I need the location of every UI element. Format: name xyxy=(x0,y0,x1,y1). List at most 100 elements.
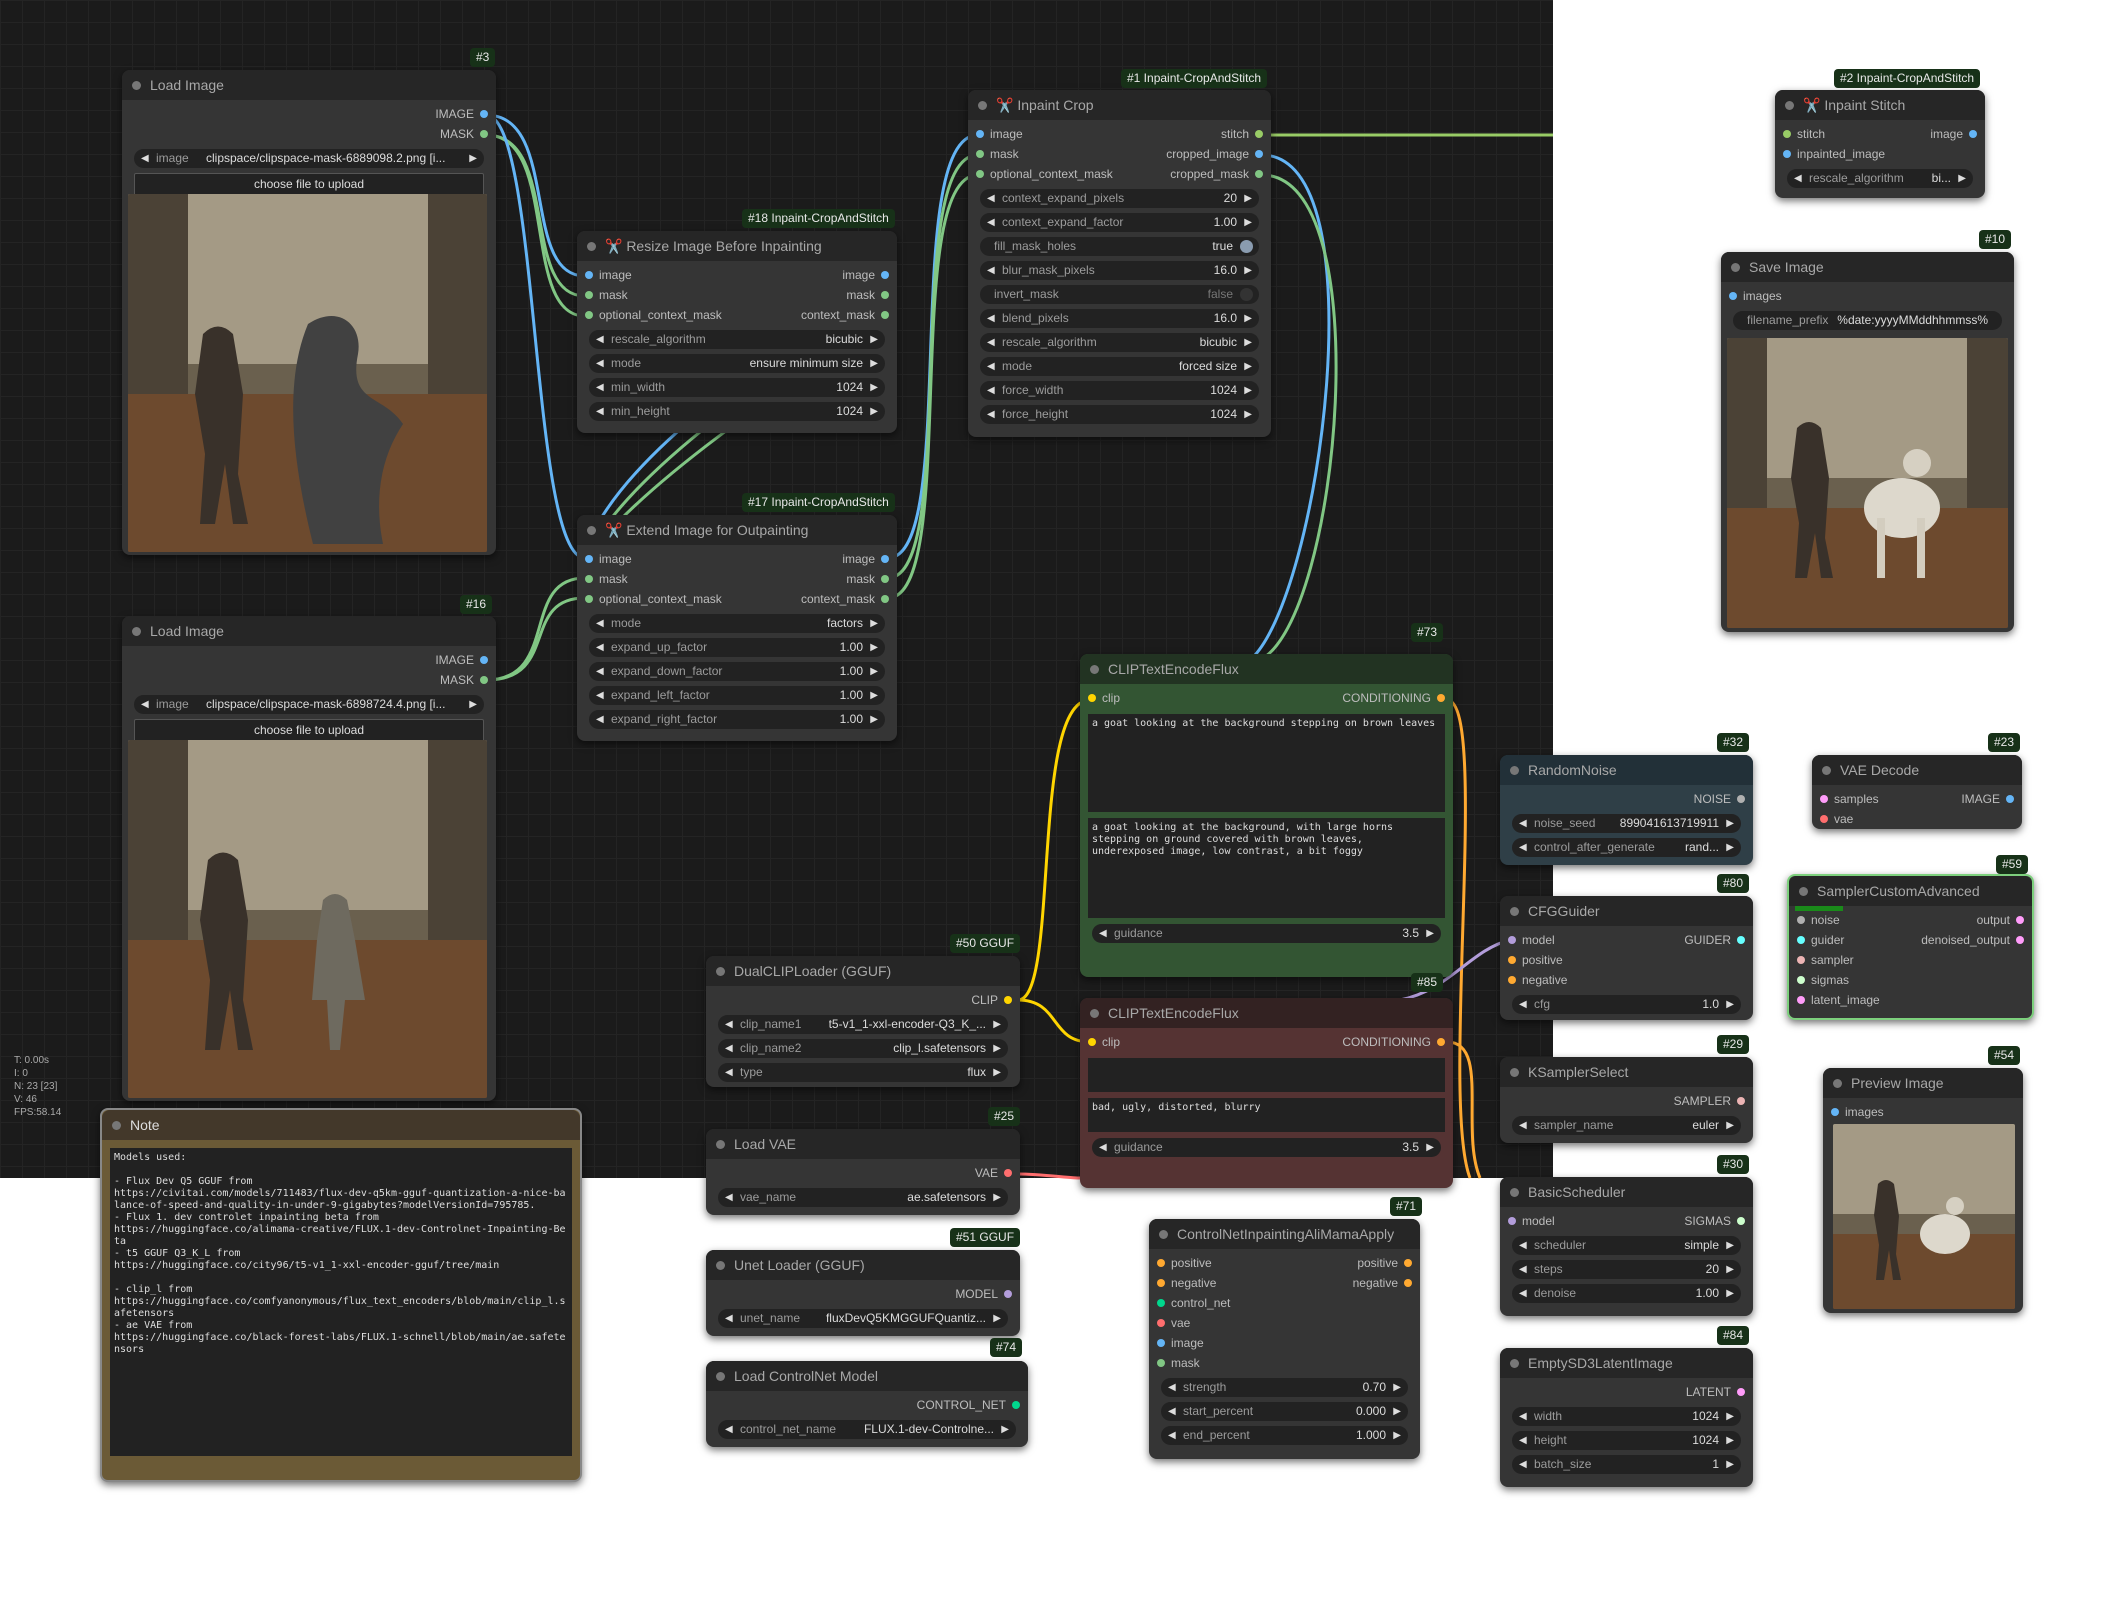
decrement-arrow-icon[interactable]: ◀ xyxy=(1168,1426,1176,1445)
decrement-arrow-icon[interactable]: ◀ xyxy=(141,695,149,714)
decrement-arrow-icon[interactable]: ◀ xyxy=(987,357,995,376)
input-slot-mask[interactable] xyxy=(1157,1359,1165,1367)
input-slot-mask[interactable] xyxy=(976,150,984,158)
increment-arrow-icon[interactable]: ▶ xyxy=(1726,1407,1734,1426)
combo-widget[interactable]: ◀ mode ensure minimum size ▶ xyxy=(589,354,885,373)
inpaint-stitch-node[interactable]: ✂️ Inpaint Stitch stitch image inpainted_… xyxy=(1775,90,1985,198)
increment-arrow-icon[interactable]: ▶ xyxy=(1726,1455,1734,1474)
output-slot-control-net[interactable] xyxy=(1012,1401,1020,1409)
clip-text-encode-positive-node[interactable]: CLIPTextEncodeFlux clip CONDITIONING a go… xyxy=(1080,654,1453,977)
decrement-arrow-icon[interactable]: ◀ xyxy=(987,381,995,400)
increment-arrow-icon[interactable]: ▶ xyxy=(1244,213,1252,232)
toggle-widget[interactable]: fill_mask_holes true xyxy=(980,237,1259,256)
increment-arrow-icon[interactable]: ▶ xyxy=(1393,1378,1401,1397)
input-slot-positive[interactable] xyxy=(1508,956,1516,964)
decrement-arrow-icon[interactable]: ◀ xyxy=(987,333,995,352)
output-slot-sampler[interactable] xyxy=(1737,1097,1745,1105)
note-textarea[interactable]: Models used: - Flux Dev Q5 GGUF from htt… xyxy=(110,1148,572,1456)
combo-widget[interactable]: ◀ unet_name fluxDevQ5KMGGUFQuantiz... ▶ xyxy=(718,1309,1008,1328)
decrement-arrow-icon[interactable]: ◀ xyxy=(596,614,604,633)
output-slot-image[interactable] xyxy=(881,271,889,279)
number-widget[interactable]: ◀ width 1024 ▶ xyxy=(1512,1407,1741,1426)
resize-image-node[interactable]: ✂️ Resize Image Before Inpainting image i… xyxy=(577,231,897,433)
guidance-widget[interactable]: ◀ guidance 3.5 ▶ xyxy=(1092,924,1441,943)
node-title[interactable]: Preview Image xyxy=(1823,1068,2023,1098)
node-title[interactable]: ✂️ Inpaint Stitch xyxy=(1775,90,1985,120)
input-slot-latent-image[interactable] xyxy=(1797,996,1805,1004)
input-slot-guider[interactable] xyxy=(1797,936,1805,944)
decrement-arrow-icon[interactable]: ◀ xyxy=(1519,1284,1527,1303)
decrement-arrow-icon[interactable]: ◀ xyxy=(725,1188,733,1207)
decrement-arrow-icon[interactable]: ◀ xyxy=(725,1063,733,1082)
input-slot-negative[interactable] xyxy=(1508,976,1516,984)
random-noise-node[interactable]: RandomNoise NOISE ◀ noise_seed 89904161371… xyxy=(1500,755,1753,865)
node-title[interactable]: KSamplerSelect xyxy=(1500,1057,1753,1087)
combo-widget[interactable]: ◀ sampler_name euler ▶ xyxy=(1512,1116,1741,1135)
combo-widget[interactable]: ◀ mode factors ▶ xyxy=(589,614,885,633)
node-title[interactable]: BasicScheduler xyxy=(1500,1177,1753,1207)
number-widget[interactable]: ◀ blend_pixels 16.0 ▶ xyxy=(980,309,1259,328)
input-slot-clip[interactable] xyxy=(1088,1038,1096,1046)
decrement-arrow-icon[interactable]: ◀ xyxy=(987,213,995,232)
output-slot-vae[interactable] xyxy=(1004,1169,1012,1177)
decrement-arrow-icon[interactable]: ◀ xyxy=(596,710,604,729)
load-vae-node[interactable]: Load VAE VAE ◀ vae_name ae.safetensors ▶ xyxy=(706,1129,1020,1215)
input-slot-sampler[interactable] xyxy=(1797,956,1805,964)
decrement-arrow-icon[interactable]: ◀ xyxy=(596,686,604,705)
input-slot-positive[interactable] xyxy=(1157,1259,1165,1267)
number-widget[interactable]: ◀ cfg 1.0 ▶ xyxy=(1512,995,1741,1014)
extend-image-node[interactable]: ✂️ Extend Image for Outpainting image ima… xyxy=(577,515,897,741)
node-title[interactable]: ✂️ Extend Image for Outpainting xyxy=(577,515,897,545)
node-title[interactable]: RandomNoise xyxy=(1500,755,1753,785)
cfg-guider-node[interactable]: CFGGuider model GUIDER positive negative … xyxy=(1500,896,1753,1020)
input-slot-model[interactable] xyxy=(1508,936,1516,944)
load-image-node[interactable]: Load Image IMAGE MASK ◀ image clipspace/cl… xyxy=(122,70,496,555)
number-widget[interactable]: ◀ min_height 1024 ▶ xyxy=(589,402,885,421)
preview-image-node[interactable]: Preview Image images xyxy=(1823,1068,2023,1313)
clip-text-encode-negative-node[interactable]: CLIPTextEncodeFlux clip CONDITIONING bad,… xyxy=(1080,998,1453,1188)
decrement-arrow-icon[interactable]: ◀ xyxy=(1519,1260,1527,1279)
increment-arrow-icon[interactable]: ▶ xyxy=(1726,1236,1734,1255)
input-slot-sigmas[interactable] xyxy=(1797,976,1805,984)
clip-l-prompt-textarea[interactable] xyxy=(1088,1058,1445,1092)
input-slot-context-mask[interactable] xyxy=(585,311,593,319)
increment-arrow-icon[interactable]: ▶ xyxy=(993,1188,1001,1207)
number-widget[interactable]: ◀ expand_down_factor 1.00 ▶ xyxy=(589,662,885,681)
load-image-node[interactable]: Load Image IMAGE MASK ◀ image clipspace/cl… xyxy=(122,616,496,1101)
node-title[interactable]: ControlNetInpaintingAliMamaApply xyxy=(1149,1219,1420,1249)
decrement-arrow-icon[interactable]: ◀ xyxy=(1099,1138,1107,1157)
input-slot-image[interactable] xyxy=(585,271,593,279)
output-slot-stitch[interactable] xyxy=(1255,130,1263,138)
decrement-arrow-icon[interactable]: ◀ xyxy=(1519,1116,1527,1135)
input-slot-model[interactable] xyxy=(1508,1217,1516,1225)
decrement-arrow-icon[interactable]: ◀ xyxy=(1168,1402,1176,1421)
increment-arrow-icon[interactable]: ▶ xyxy=(870,710,878,729)
input-slot-image[interactable] xyxy=(1157,1339,1165,1347)
increment-arrow-icon[interactable]: ▶ xyxy=(993,1039,1001,1058)
output-slot-sigmas[interactable] xyxy=(1737,1217,1745,1225)
output-slot-conditioning[interactable] xyxy=(1437,694,1445,702)
node-title[interactable]: CFGGuider xyxy=(1500,896,1753,926)
output-slot-output[interactable] xyxy=(2016,916,2024,924)
load-controlnet-node[interactable]: Load ControlNet Model CONTROL_NET ◀ contr… xyxy=(706,1361,1028,1447)
choose-file-button[interactable]: choose file to upload xyxy=(134,719,484,742)
increment-arrow-icon[interactable]: ▶ xyxy=(1726,814,1734,833)
number-widget[interactable]: ◀ noise_seed 899041613719911 ▶ xyxy=(1512,814,1741,833)
increment-arrow-icon[interactable]: ▶ xyxy=(1244,189,1252,208)
increment-arrow-icon[interactable]: ▶ xyxy=(1244,261,1252,280)
output-slot-clip[interactable] xyxy=(1004,996,1012,1004)
increment-arrow-icon[interactable]: ▶ xyxy=(469,149,477,168)
output-slot-latent[interactable] xyxy=(1737,1388,1745,1396)
output-slot-positive[interactable] xyxy=(1404,1259,1412,1267)
t5xxl-prompt-textarea[interactable]: a goat looking at the background, with l… xyxy=(1088,818,1445,918)
decrement-arrow-icon[interactable]: ◀ xyxy=(1794,169,1802,188)
node-title[interactable]: ✂️ Inpaint Crop xyxy=(968,90,1271,120)
t5xxl-prompt-textarea[interactable]: bad, ugly, distorted, blurry xyxy=(1088,1098,1445,1132)
increment-arrow-icon[interactable]: ▶ xyxy=(1726,1431,1734,1450)
increment-arrow-icon[interactable]: ▶ xyxy=(469,695,477,714)
input-slot-negative[interactable] xyxy=(1157,1279,1165,1287)
output-slot-context-mask[interactable] xyxy=(881,311,889,319)
combo-widget[interactable]: ◀ clip_name1 t5-v1_1-xxl-encoder-Q3_K_... ▶ xyxy=(718,1015,1008,1034)
increment-arrow-icon[interactable]: ▶ xyxy=(1393,1426,1401,1445)
node-title[interactable]: Unet Loader (GGUF) xyxy=(706,1250,1020,1280)
